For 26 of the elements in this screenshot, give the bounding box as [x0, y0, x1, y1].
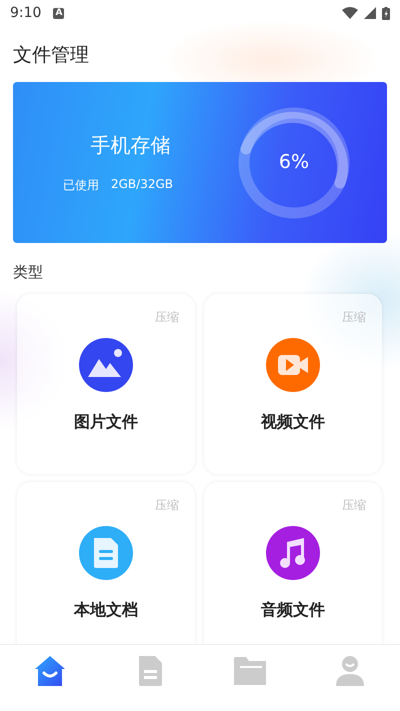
storage-percent: 6% — [278, 150, 310, 172]
category-label: 图片文件 — [74, 412, 138, 433]
category-label: 本地文档 — [74, 600, 138, 621]
video-icon — [266, 338, 320, 392]
category-label: 视频文件 — [261, 412, 325, 433]
image-icon — [79, 338, 133, 392]
category-card[interactable]: 压缩 本地文档 — [17, 482, 195, 644]
section-title: 类型 — [12, 262, 44, 283]
used-label: 已使用 — [62, 176, 99, 194]
storage-title: 手机存储 — [90, 132, 170, 158]
profile-tab-icon[interactable] — [333, 654, 367, 688]
page-title: 文件管理 — [12, 43, 90, 68]
category-card[interactable]: 压缩 音频文件 — [204, 482, 382, 644]
home-tab-icon[interactable] — [33, 654, 67, 688]
status-time: 9:10 — [10, 5, 42, 21]
category-card[interactable]: 压缩 视频文件 — [204, 294, 382, 474]
notification-icon: A — [53, 8, 64, 18]
signal-icon — [364, 7, 376, 19]
category-label: 音频文件 — [261, 600, 325, 621]
category-card[interactable]: 压缩 图片文件 — [17, 294, 195, 474]
used-value: 2GB/32GB — [110, 176, 173, 192]
battery-icon — [382, 6, 390, 20]
storage-card[interactable]: 手机存储 已使用 2GB/32GB 6% — [13, 82, 387, 243]
music-icon — [266, 526, 320, 580]
wifi-icon — [342, 7, 358, 19]
document-icon — [79, 526, 133, 580]
